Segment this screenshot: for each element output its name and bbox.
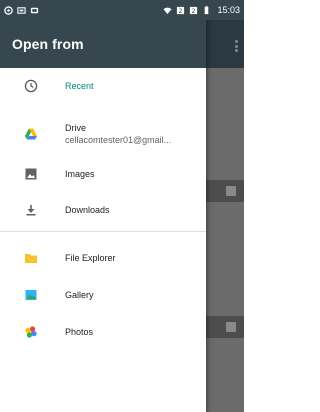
drawer-item-label: File Explorer	[65, 253, 116, 263]
wifi-icon	[163, 6, 173, 15]
drawer-divider	[0, 231, 206, 232]
drawer-item-label: Images	[65, 169, 95, 179]
drawer-item-text: Drive cellacomtester01@gmail...	[65, 123, 171, 145]
svg-text:2: 2	[179, 7, 183, 14]
image-thumbnail-icon	[226, 186, 236, 196]
drawer-item-label: Photos	[65, 327, 94, 337]
folder-icon	[23, 250, 39, 266]
status-bar: 2 2 15:03	[0, 0, 244, 20]
cast-icon	[30, 6, 39, 15]
status-time: 15:03	[217, 5, 240, 15]
sim2-icon: 2	[189, 6, 198, 15]
background-list-row	[206, 316, 244, 338]
drawer-item-photos[interactable]: Photos	[0, 314, 206, 350]
clock-icon	[23, 78, 39, 94]
overflow-menu-icon	[235, 40, 238, 52]
drawer-title: Open from	[12, 36, 84, 52]
background-app[interactable]	[206, 20, 244, 412]
open-from-drawer: Open from Recent Drive cellacomtester01@…	[0, 20, 206, 412]
drawer-item-gallery[interactable]: Gallery	[0, 277, 206, 313]
google-photos-icon	[23, 324, 39, 340]
google-drive-icon	[23, 126, 39, 142]
drawer-item-images[interactable]: Images	[0, 156, 206, 192]
svg-text:2: 2	[192, 7, 196, 14]
drawer-item-recent[interactable]: Recent	[0, 68, 206, 104]
drive-account-label: cellacomtester01@gmail...	[65, 135, 172, 145]
battery-icon	[202, 5, 211, 15]
gallery-icon	[23, 287, 39, 303]
drawer-item-label: Recent	[65, 81, 94, 91]
notification-icon	[17, 6, 26, 15]
image-thumbnail-icon	[226, 322, 236, 332]
sim-icon: 2	[176, 6, 185, 15]
drawer-item-label: Drive	[65, 123, 87, 133]
drawer-header: Open from	[0, 20, 206, 68]
background-list-row	[206, 180, 244, 202]
download-icon	[23, 202, 39, 218]
background-app-toolbar	[206, 20, 244, 68]
signal-icon	[4, 5, 13, 15]
drawer-item-label: Downloads	[65, 205, 110, 215]
image-icon	[23, 166, 39, 182]
drawer-item-label: Gallery	[65, 290, 94, 300]
drawer-item-drive[interactable]: Drive cellacomtester01@gmail...	[0, 112, 206, 156]
drawer-item-downloads[interactable]: Downloads	[0, 192, 206, 228]
status-right: 2 2 15:03	[163, 5, 240, 15]
drawer-item-file-explorer[interactable]: File Explorer	[0, 240, 206, 276]
status-left	[4, 5, 39, 15]
